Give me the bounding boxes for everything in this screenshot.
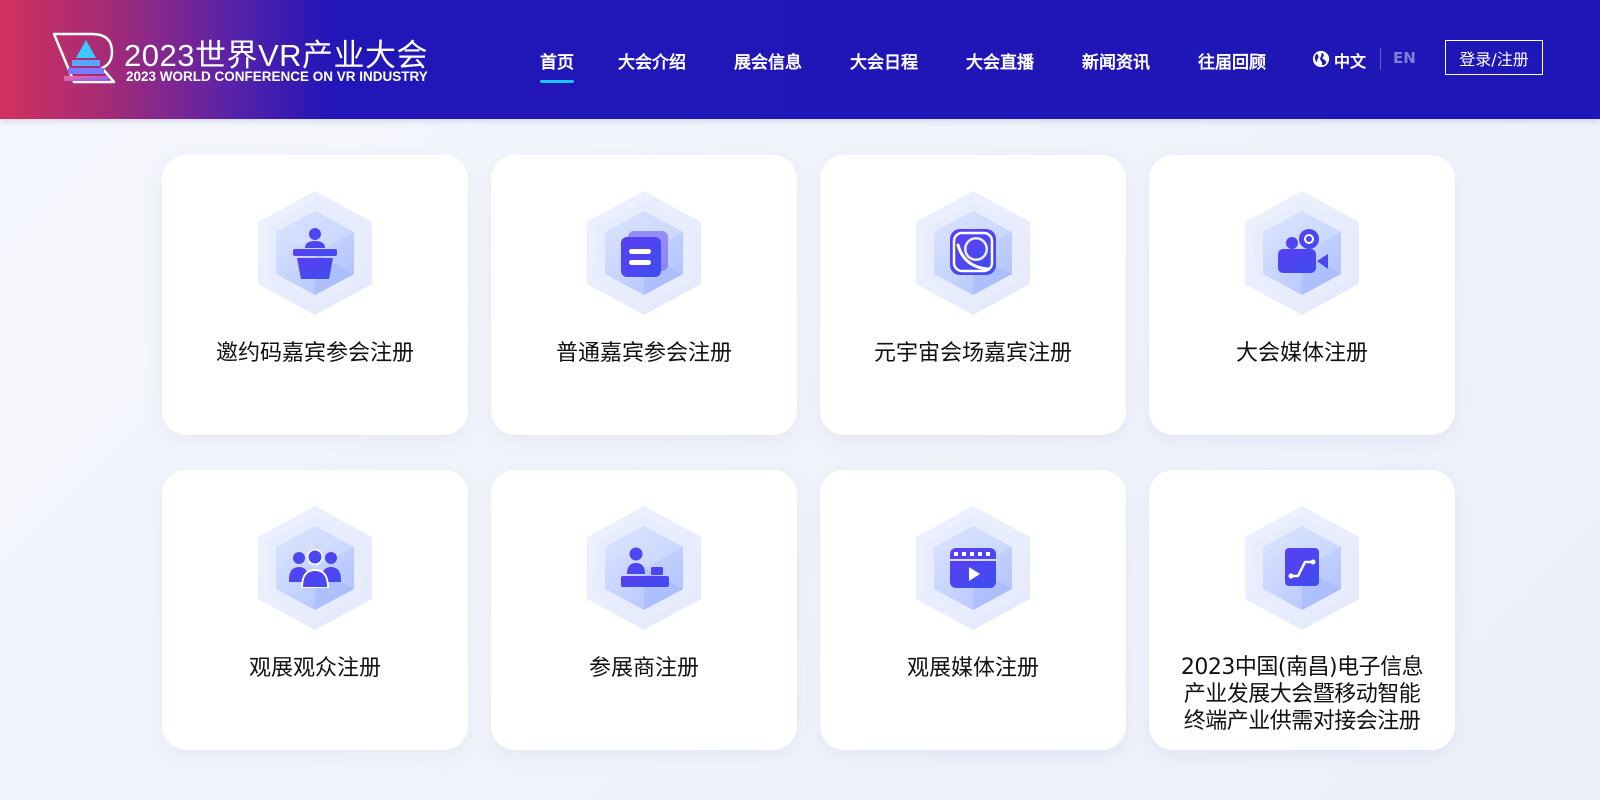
card-label: 观展媒体注册 [906,656,1039,681]
card-label-line: 产业发展大会暨移动智能 [1183,682,1421,707]
logo-subtitle: 2023 WORLD CONFERENCE ON VR INDUSTRY [126,69,428,84]
nav-item-exhibition[interactable]: 展会信息 [734,48,802,73]
register-card-invitation[interactable]: 邀约码嘉宾参会注册 [162,155,468,435]
globe-icon [1312,50,1330,68]
exhibitor-icon [621,547,669,587]
card-label: 邀约码嘉宾参会注册 [215,341,414,366]
nav-item-review[interactable]: 往届回顾 [1198,48,1266,73]
logo-mark-icon [52,32,116,84]
nav-item-home[interactable]: 首页 [540,48,574,83]
card-label-line: 2023中国(南昌)电子信息 [1180,655,1424,680]
nav-item-schedule[interactable]: 大会日程 [850,48,918,73]
podium-icon [293,228,337,279]
card-label: 2023中国(南昌)电子信息 产业发展大会暨移动智能 终端产业供需对接会注册 [1159,654,1445,735]
chip-icon [1276,548,1328,586]
cards-icon [621,231,668,277]
register-card-electronics-conference[interactable]: 2023中国(南昌)电子信息 产业发展大会暨移动智能 终端产业供需对接会注册 [1149,470,1455,750]
register-card-metaverse[interactable]: 元宇宙会场嘉宾注册 [820,155,1126,435]
video-camera-icon [1278,229,1328,273]
register-card-exhibitor[interactable]: 参展商注册 [491,470,797,750]
register-card-visitor-media[interactable]: 观展媒体注册 [820,470,1126,750]
card-label: 元宇宙会场嘉宾注册 [873,341,1072,366]
card-label: 参展商注册 [588,656,699,681]
language-english[interactable]: EN [1393,49,1416,67]
nav-item-intro[interactable]: 大会介绍 [618,48,686,73]
register-card-visitor[interactable]: 观展观众注册 [162,470,468,750]
language-divider [1380,48,1381,70]
card-label: 观展观众注册 [248,656,381,681]
site-header: 2023世界VR产业大会 2023 WORLD CONFERENCE ON VR… [0,0,1600,119]
nav-item-live[interactable]: 大会直播 [966,48,1034,73]
card-label: 大会媒体注册 [1235,341,1368,366]
register-card-media[interactable]: 大会媒体注册 [1149,155,1455,435]
card-label-line: 终端产业供需对接会注册 [1183,709,1421,734]
card-label: 普通嘉宾参会注册 [555,341,732,366]
planet-icon [950,229,996,275]
nav-item-news[interactable]: 新闻资讯 [1082,48,1150,73]
register-card-guest[interactable]: 普通嘉宾参会注册 [491,155,797,435]
people-group-icon [289,549,341,588]
site-logo[interactable]: 2023世界VR产业大会 2023 WORLD CONFERENCE ON VR… [52,30,432,90]
video-player-icon [950,548,996,588]
login-register-button[interactable]: 登录/注册 [1445,40,1543,75]
language-chinese[interactable]: 中文 [1334,48,1366,72]
